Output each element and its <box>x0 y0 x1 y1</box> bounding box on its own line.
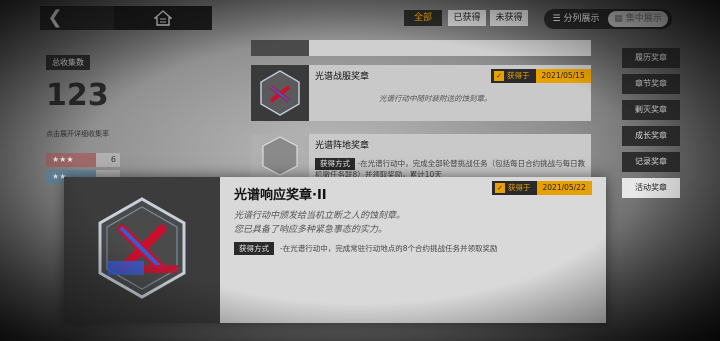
collection-rate-hint[interactable]: 点击展开详细收集率 <box>46 129 109 139</box>
obtained-badge: 获得于2021/05/15 <box>491 69 591 83</box>
top-nav-bar: ❮ <box>40 6 212 30</box>
medal-title: 光谱阵地奖章 <box>315 141 370 151</box>
home-icon <box>154 10 172 26</box>
split-view-button[interactable]: ☰ 分列展示 <box>547 11 605 27</box>
list-item[interactable]: 光谱阵地奖章 获得方式 -在光谱行动中，完成全部轮替挑战任务（包括每日合约挑战与… <box>251 134 591 179</box>
home-button[interactable] <box>114 6 212 30</box>
stars-3-count: 6 <box>110 155 116 164</box>
obtained-date: 2021/05/22 <box>536 181 592 195</box>
popup-obtain-method: 获得方式 -在光谱行动中，完成常驻行动地点的8个合约挑战任务并领取奖励 <box>234 242 497 255</box>
popup-description-line-1: 光谱行动中颁发给当机立断之人的蚀刻章。 <box>234 211 406 221</box>
obtain-method-text: -在光谱行动中，完成全部轮替挑战任务（包括每日合约挑战与每日教机撤任务联8）并领… <box>315 159 586 179</box>
total-collected-count[interactable]: 123 <box>46 78 109 113</box>
filter-not-obtained[interactable]: 未获得 <box>490 10 528 26</box>
medal-detail-popup[interactable]: 光谱响应奖章·II 获得于2021/05/22 光谱行动中颁发给当机立断之人的蚀… <box>64 177 606 323</box>
medal-thumbnail <box>251 40 309 56</box>
obtain-method-label: 获得方式 <box>315 158 355 170</box>
total-collected-label: 总收集数 <box>46 55 90 70</box>
obtained-badge: 获得于2021/05/22 <box>492 181 592 195</box>
filter-all[interactable]: 全部 <box>404 10 442 26</box>
sidebar-item-chapter[interactable]: 章节奖章 <box>622 74 680 94</box>
obtained-label: 获得于 <box>492 181 537 195</box>
view-toggle: ☰ 分列展示 ▦ 集中展示 <box>544 9 672 29</box>
sidebar-item-event[interactable]: 活动奖章 <box>622 178 680 198</box>
chevron-left-icon: ❮ <box>47 7 63 28</box>
list-item[interactable] <box>251 40 591 56</box>
obtained-date: 2021/05/15 <box>535 69 591 83</box>
list-item[interactable]: 光谱战服奖章 获得于2021/05/15 光谱行动中随时装附送的蚀刻章。 <box>251 65 591 121</box>
medal-description: 光谱行动中随时装附送的蚀刻章。 <box>379 94 492 103</box>
focus-view-label: 集中展示 <box>625 14 662 24</box>
sidebar-item-growth[interactable]: 成长奖章 <box>622 126 680 146</box>
grid-icon: ▦ <box>614 14 623 24</box>
stars-3-label: ★★★ <box>46 153 96 167</box>
sidebar-item-record[interactable]: 记录奖章 <box>622 152 680 172</box>
spectrum-medal-icon <box>260 70 300 116</box>
medal-image <box>64 177 220 323</box>
medal-thumbnail <box>251 65 309 121</box>
sidebar-item-resume[interactable]: 履历奖章 <box>622 48 680 68</box>
popup-description-line-2: 您已具备了响应多种紧急事态的实力。 <box>234 225 388 235</box>
popup-medal-title: 光谱响应奖章·II <box>234 188 327 203</box>
obtain-method-text: -在光谱行动中，完成常驻行动地点的8个合约挑战任务并领取奖励 <box>280 244 498 253</box>
list-icon: ☰ <box>552 14 561 24</box>
obtained-label: 获得于 <box>491 69 536 83</box>
medal-title: 光谱战服奖章 <box>315 72 370 82</box>
star-row-3: ★★★ 6 <box>46 153 120 167</box>
sidebar-item-annihilation[interactable]: 剿灭奖章 <box>622 100 680 120</box>
split-view-label: 分列展示 <box>563 14 600 24</box>
locked-medal-icon <box>262 136 298 176</box>
medal-thumbnail <box>251 134 309 178</box>
obtain-method-label: 获得方式 <box>234 242 274 255</box>
filter-obtained[interactable]: 已获得 <box>448 10 486 26</box>
spectrum-response-medal-icon <box>98 197 186 299</box>
back-button[interactable]: ❮ <box>40 6 70 30</box>
focus-view-button[interactable]: ▦ 集中展示 <box>608 11 668 27</box>
